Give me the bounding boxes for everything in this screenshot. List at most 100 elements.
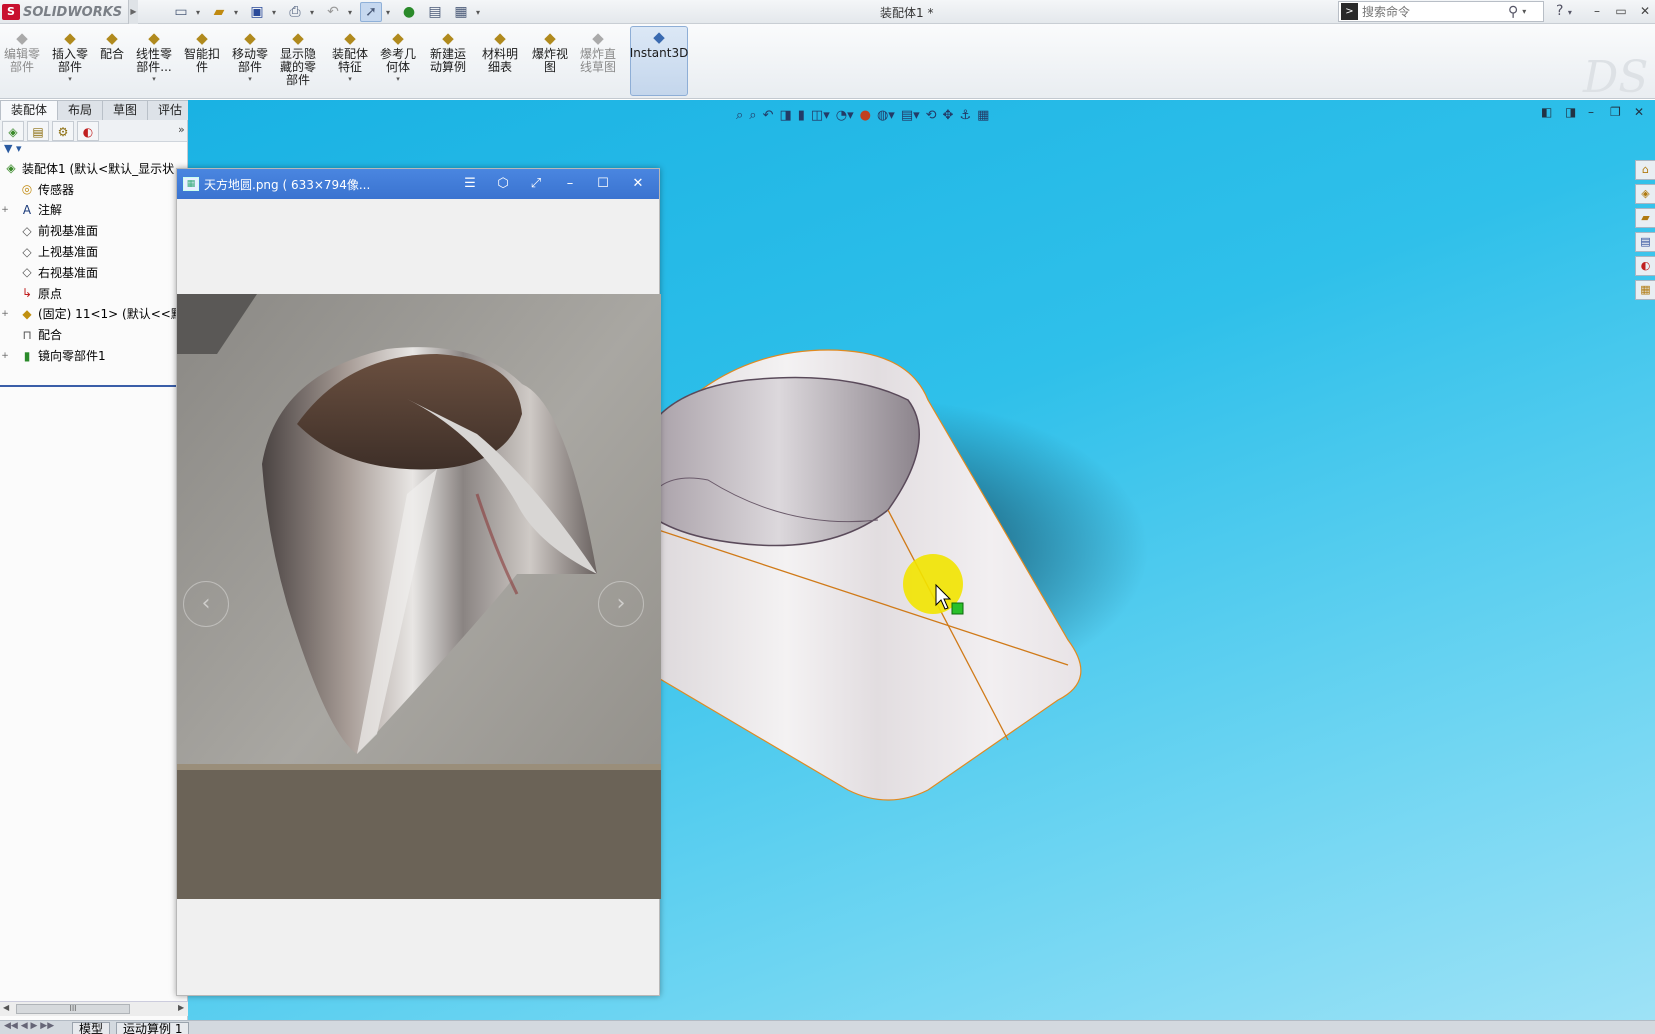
ribbon-button-6[interactable]: ◆ 显示隐 藏的零 部件: [280, 28, 316, 96]
solidworks-resources-icon[interactable]: ⌂: [1635, 160, 1655, 180]
tab-model[interactable]: 模型: [72, 1022, 111, 1034]
scroll-left-icon[interactable]: ◀: [3, 1003, 9, 1012]
search-icon[interactable]: ⚲: [1508, 4, 1518, 20]
options-icon[interactable]: ▦: [450, 2, 472, 22]
save-icon[interactable]: ▣: [246, 2, 268, 22]
ribbon-button-12[interactable]: ◆ 爆炸直 线草图: [580, 28, 616, 96]
command-tab-3[interactable]: 评估: [147, 100, 194, 120]
expand-toggle-icon[interactable]: +: [0, 309, 10, 319]
selection-point-icon[interactable]: [951, 602, 964, 615]
tree-item[interactable]: + ◆ (固定) 11<1> (默认<<默: [0, 304, 187, 325]
next-image-button[interactable]: ›: [598, 581, 644, 627]
restore-button[interactable]: ▭: [1612, 2, 1630, 20]
command-tab-1[interactable]: 布局: [57, 100, 104, 120]
print-icon[interactable]: ⎙: [284, 2, 306, 22]
menu-expand-arrow[interactable]: ▶: [128, 0, 138, 24]
image-viewer-window[interactable]: ▦ 天方地圆.png ( 633×794像... ☰ ⬡ ⤢ – ☐ ✕ ‹ ›: [176, 168, 661, 996]
tree-item-label: 原点: [38, 286, 63, 301]
custom-properties-icon[interactable]: ▦: [1635, 280, 1655, 300]
file-explorer-icon[interactable]: ▰: [1635, 208, 1655, 228]
tree-item[interactable]: ◇ 上视基准面: [0, 241, 187, 262]
configuration-manager-tab-icon[interactable]: ⚙: [52, 120, 74, 141]
ribbon-button-8[interactable]: ◆ 参考几 何体 ▾: [380, 28, 416, 96]
filter-icon[interactable]: ▼ ▾: [0, 142, 187, 158]
scroll-right-icon[interactable]: ▶: [178, 1003, 184, 1012]
chevron-down-icon[interactable]: ▾: [348, 75, 352, 83]
feature-tree-tab-icon[interactable]: ◈: [2, 120, 24, 141]
print-dropdown[interactable]: ▾: [310, 8, 318, 17]
chevron-down-icon[interactable]: ▾: [152, 75, 156, 83]
ribbon-button-label: Instant3D: [629, 46, 689, 60]
new-dropdown[interactable]: ▾: [196, 8, 204, 17]
tree-item[interactable]: ◇ 右视基准面: [0, 262, 187, 283]
image-viewer-titlebar[interactable]: ▦ 天方地圆.png ( 633×794像... ☰ ⬡ ⤢ – ☐ ✕: [177, 169, 659, 199]
property-manager-tab-icon[interactable]: ▤: [27, 120, 49, 141]
smart-fastener-icon: ◆: [196, 29, 208, 47]
undo-icon[interactable]: ↶: [322, 2, 344, 22]
tree-item[interactable]: ◎ 传感器: [0, 179, 187, 200]
undo-dropdown[interactable]: ▾: [348, 8, 356, 17]
ribbon-button-4[interactable]: ◆ 智能扣 件: [184, 28, 220, 96]
appearances-icon[interactable]: ◐: [1635, 256, 1655, 276]
tab-scroll-icons[interactable]: ◀◀ ◀ ▶ ▶▶: [4, 1021, 54, 1031]
open-dropdown[interactable]: ▾: [234, 8, 242, 17]
tree-item[interactable]: + A 注解: [0, 200, 187, 221]
command-tab-0[interactable]: 装配体: [0, 100, 59, 120]
tree-item[interactable]: + ▮ 镜向零部件1: [0, 345, 187, 366]
tree-item[interactable]: ◈ 装配体1 (默认<默认_显示状: [0, 158, 187, 179]
ribbon-button-1[interactable]: ◆ 插入零 部件 ▾: [52, 28, 88, 96]
horizontal-scrollbar[interactable]: ◀ III ▶: [0, 1001, 188, 1016]
open-icon[interactable]: ▰: [208, 2, 230, 22]
panel-expand-icon[interactable]: »: [178, 123, 185, 136]
tab-motion-study-1[interactable]: 运动算例 1: [116, 1022, 190, 1034]
ribbon-button-7[interactable]: ◆ 装配体 特征 ▾: [332, 28, 368, 96]
view-palette-icon[interactable]: ▤: [1635, 232, 1655, 252]
maximize-icon[interactable]: ☐: [592, 175, 614, 193]
ribbon-button-10[interactable]: ◆ 材料明 细表: [482, 28, 518, 96]
search-dropdown[interactable]: ▾: [1522, 7, 1530, 16]
save-dropdown[interactable]: ▾: [272, 8, 280, 17]
expand-toggle-icon[interactable]: +: [0, 351, 10, 361]
tree-item[interactable]: ↳ 原点: [0, 283, 187, 304]
expand-toggle-icon[interactable]: +: [0, 205, 10, 215]
options-dropdown[interactable]: ▾: [476, 8, 484, 17]
ribbon-button-3[interactable]: ◆ 线性零 部件... ▾: [136, 28, 172, 96]
ribbon-button-label: 显示隐 藏的零 部件: [280, 47, 317, 87]
command-search[interactable]: > ⚲ ▾: [1338, 1, 1544, 22]
chevron-down-icon[interactable]: ▾: [68, 75, 72, 83]
display-manager-tab-icon[interactable]: ◐: [77, 120, 99, 141]
previous-image-button[interactable]: ‹: [183, 581, 229, 627]
pin-icon[interactable]: ⬡: [492, 175, 514, 193]
close-button[interactable]: ✕: [1636, 2, 1654, 20]
select-icon[interactable]: ➚: [360, 2, 382, 22]
ribbon-button-11[interactable]: ◆ 爆炸视 图: [532, 28, 568, 96]
solidworks-logo[interactable]: S SOLIDWORKS: [2, 2, 130, 22]
tree-rollback-bar[interactable]: [0, 385, 176, 387]
minimize-icon[interactable]: –: [559, 175, 581, 193]
ribbon-button-5[interactable]: ◆ 移动零 部件 ▾: [232, 28, 268, 96]
annotation-icon: A: [22, 202, 32, 217]
tree-item[interactable]: ⊓ 配合: [0, 324, 187, 345]
design-library-icon[interactable]: ◈: [1635, 184, 1655, 204]
ribbon-button-9[interactable]: ◆ 新建运 动算例: [430, 28, 466, 96]
ribbon-button-13[interactable]: ◆ Instant3D: [630, 26, 688, 96]
move-component-icon: ◆: [244, 29, 256, 47]
chevron-down-icon[interactable]: ▾: [396, 75, 400, 83]
menu-icon[interactable]: ☰: [459, 175, 481, 193]
select-dropdown[interactable]: ▾: [386, 8, 394, 17]
scroll-thumb[interactable]: III: [16, 1004, 130, 1014]
solidworks-logo-icon: S: [2, 4, 20, 20]
fullscreen-icon[interactable]: ⤢: [525, 175, 547, 193]
help-button[interactable]: ? ▾: [1556, 3, 1572, 19]
ribbon-button-0[interactable]: ◆ 编辑零 部件: [4, 28, 40, 96]
file-properties-icon[interactable]: ▤: [424, 2, 446, 22]
minimize-button[interactable]: –: [1588, 2, 1606, 20]
close-icon[interactable]: ✕: [627, 175, 649, 193]
chevron-down-icon[interactable]: ▾: [248, 75, 252, 83]
tree-item[interactable]: ◇ 前视基准面: [0, 220, 187, 241]
rebuild-icon[interactable]: ●: [398, 2, 420, 22]
ribbon-button-2[interactable]: ◆ 配合: [100, 28, 124, 96]
search-input[interactable]: [1362, 2, 1502, 21]
command-tab-2[interactable]: 草图: [102, 100, 149, 120]
new-icon[interactable]: ▭: [170, 2, 192, 22]
